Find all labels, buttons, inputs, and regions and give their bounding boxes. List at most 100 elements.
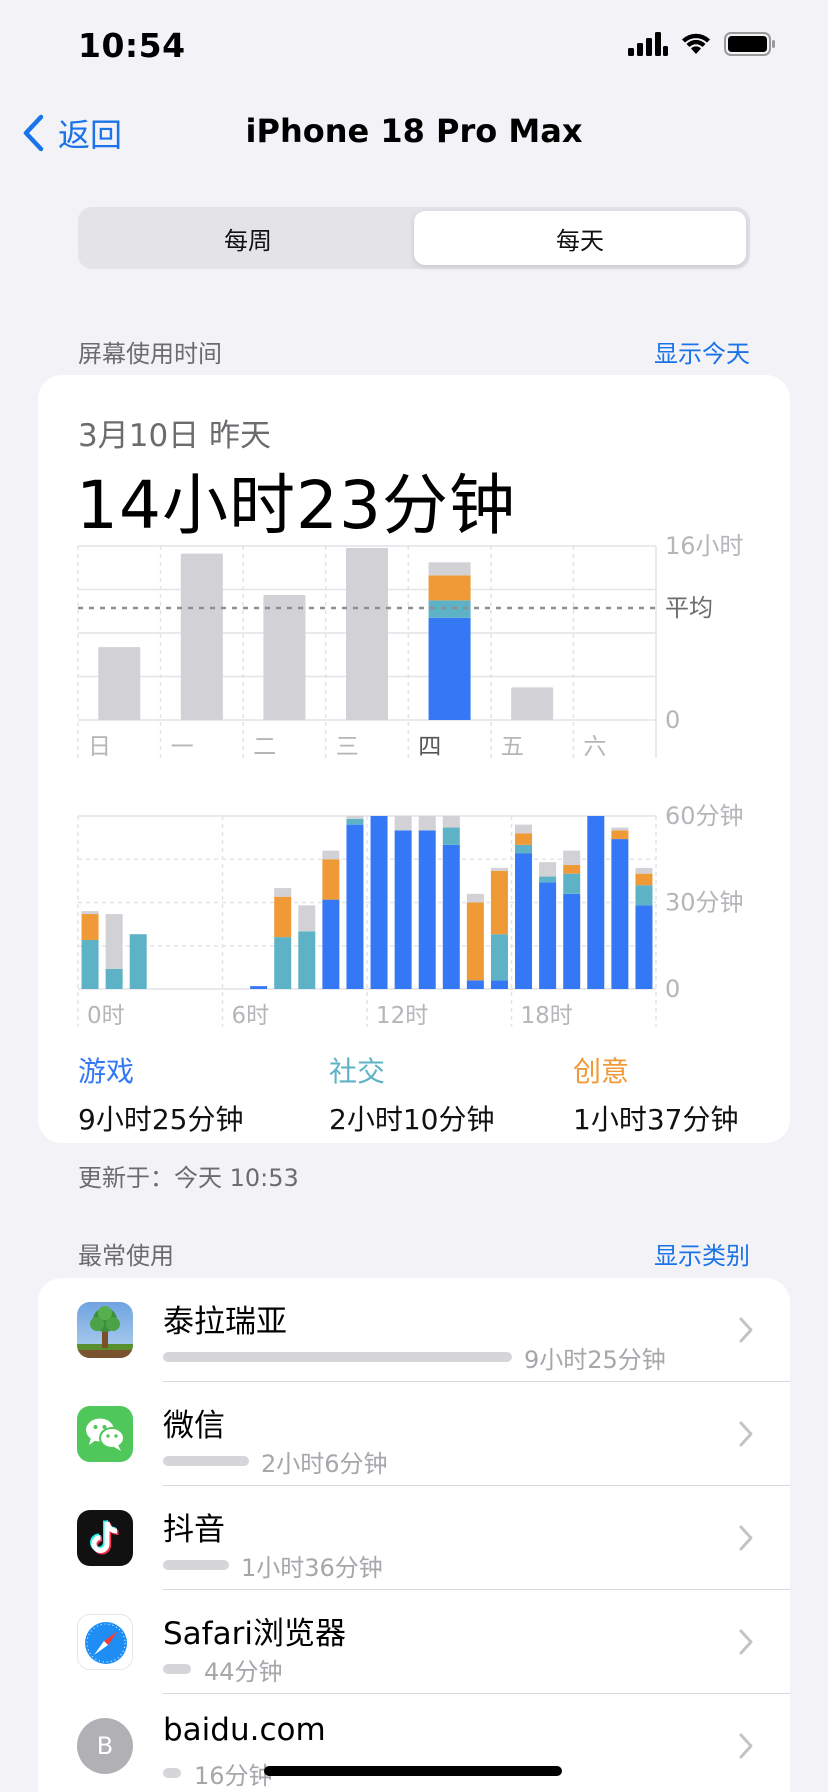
y-tick-label: 0 <box>665 975 680 1003</box>
hour-bar-creativity <box>322 859 340 900</box>
hour-bar-games <box>539 882 557 989</box>
hour-bar-social <box>298 931 316 989</box>
legend-creativity: 创意 1小时37分钟 <box>573 1050 738 1138</box>
updated-label: 更新于：今天 10:53 <box>78 1164 299 1192</box>
hour-bar-social <box>539 876 557 883</box>
hour-bar-other <box>563 850 581 866</box>
usage-time: 9小时25分钟 <box>524 1346 666 1374</box>
x-tick-label: 0时 <box>87 1003 125 1029</box>
hour-bar-social <box>515 844 533 854</box>
hour-bar-other <box>394 816 412 831</box>
x-tick-label: 12时 <box>376 1003 428 1029</box>
safari-icon <box>77 1614 133 1670</box>
legend-games: 游戏 9小时25分钟 <box>78 1050 243 1138</box>
legend-games-name: 游戏 <box>78 1055 135 1088</box>
show-categories-link[interactable]: 显示类别 <box>654 1236 750 1271</box>
hour-bar-games <box>250 986 268 989</box>
app-row-safari[interactable]: Safari浏览器 44分钟 <box>38 1590 790 1694</box>
usage-time: 2小时6分钟 <box>261 1450 388 1478</box>
hour-bar-games <box>394 830 412 989</box>
hour-bar-games <box>611 839 629 989</box>
hour-bar-creativity <box>466 902 484 981</box>
app-row-baidu[interactable]: B baidu.com 16分钟 <box>38 1694 790 1792</box>
wechat-icon <box>77 1406 133 1462</box>
hour-bar-creativity <box>611 830 629 840</box>
baidu-letter-icon: B <box>77 1718 133 1774</box>
douyin-icon <box>77 1510 133 1566</box>
hour-bar-games <box>635 905 653 989</box>
hour-bar-creativity <box>515 833 533 845</box>
hour-bar-games <box>515 853 533 989</box>
y-tick-label: 30分钟 <box>665 889 744 917</box>
hour-bar-creativity <box>81 914 99 940</box>
terraria-icon <box>77 1302 133 1358</box>
hour-bar-social <box>274 937 292 989</box>
usage-bar <box>163 1768 181 1778</box>
legend-creativity-value: 1小时37分钟 <box>573 1103 739 1136</box>
hour-bar-social <box>346 818 364 825</box>
legend-social-value: 2小时10分钟 <box>329 1103 495 1136</box>
hour-bar-games <box>563 893 581 989</box>
hour-bar-other <box>466 893 484 903</box>
hour-bar-other <box>611 827 629 831</box>
hour-bar-other <box>81 911 99 915</box>
hour-bar-social <box>105 968 123 989</box>
x-tick-label: 18时 <box>521 1003 573 1029</box>
chevron-right-icon <box>739 1629 753 1655</box>
hour-bar-games <box>587 816 605 989</box>
hour-bar-creativity <box>563 865 581 874</box>
chevron-right-icon <box>739 1317 753 1343</box>
usage-time: 16分钟 <box>194 1762 273 1790</box>
hour-bar-other <box>635 867 653 874</box>
usage-bar <box>163 1664 191 1674</box>
usage-time: 44分钟 <box>204 1658 283 1686</box>
hour-bar-games <box>442 844 460 989</box>
app-name: baidu.com <box>163 1712 326 1748</box>
legend-social: 社交 2小时10分钟 <box>329 1050 494 1138</box>
hour-bar-other <box>298 905 316 932</box>
hour-bar-social <box>129 934 147 989</box>
app-row-wechat[interactable]: 微信 2小时6分钟 <box>38 1382 790 1486</box>
hour-bar-creativity <box>274 896 292 938</box>
hour-bar-games <box>418 830 436 989</box>
home-indicator <box>264 1766 562 1776</box>
usage-bar <box>163 1352 512 1362</box>
usage-time: 1小时36分钟 <box>241 1554 383 1582</box>
hour-bar-social <box>635 885 653 906</box>
hour-bar-other <box>322 850 340 860</box>
hour-bar-other <box>442 816 460 828</box>
hour-bar-creativity <box>635 873 653 886</box>
app-name: 抖音 <box>163 1512 225 1548</box>
hour-bar-social <box>490 934 508 981</box>
hour-bar-social <box>81 939 99 989</box>
chevron-right-icon <box>739 1733 753 1759</box>
hour-bar-other <box>515 824 533 834</box>
usage-bar <box>163 1560 229 1570</box>
hour-bar-other <box>539 862 557 877</box>
hour-bar-games <box>466 980 484 989</box>
app-row-douyin[interactable]: 抖音 1小时36分钟 <box>38 1486 790 1590</box>
hour-bar-social <box>442 827 460 845</box>
hour-bar-other <box>490 867 508 871</box>
hourly-usage-chart: 0时 6时 12时 18时 60分钟 30分钟 0 <box>77 802 744 1029</box>
app-name: Safari浏览器 <box>163 1616 346 1652</box>
hour-bar-games <box>370 816 388 989</box>
hour-bar-games <box>490 980 508 989</box>
x-tick-label: 6时 <box>232 1003 270 1029</box>
chevron-right-icon <box>739 1421 753 1447</box>
y-tick-label: 60分钟 <box>665 802 744 830</box>
usage-bar <box>163 1456 249 1466</box>
hour-bar-games <box>322 899 340 989</box>
app-name: 泰拉瑞亚 <box>163 1304 287 1340</box>
hour-bar-other <box>418 816 436 831</box>
hour-bar-games <box>346 824 364 989</box>
hour-bar-creativity <box>490 870 508 935</box>
app-row-terraria[interactable]: 泰拉瑞亚 9小时25分钟 <box>38 1278 790 1382</box>
hour-bar-other <box>346 816 364 819</box>
chevron-right-icon <box>739 1525 753 1551</box>
legend-creativity-name: 创意 <box>573 1055 630 1088</box>
app-name: 微信 <box>163 1408 225 1444</box>
baidu-initial: B <box>96 1732 114 1760</box>
hour-bar-other <box>105 914 123 969</box>
hour-bar-other <box>274 888 292 897</box>
